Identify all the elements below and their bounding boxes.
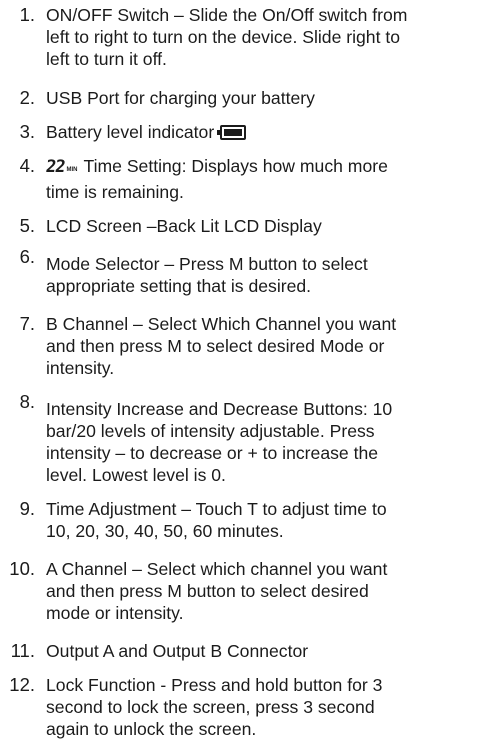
item-text: 22MIN Time Setting: Displays how much mor… <box>44 156 388 202</box>
item-text: Output A and Output B Connector <box>46 641 309 661</box>
item-number: 9. <box>19 498 35 519</box>
battery-full-icon <box>217 125 247 140</box>
item-number: 3. <box>19 121 35 142</box>
item-number: 1. <box>19 4 35 25</box>
item-text: Mode Selector – Press M button to select… <box>46 254 368 296</box>
item-number: 2. <box>19 87 35 108</box>
item-text: USB Port for charging your battery <box>46 88 315 108</box>
item-number: 4. <box>19 155 35 176</box>
item-number: 7. <box>19 313 35 334</box>
item-text: Time Adjustment – Touch T to adjust time… <box>46 499 387 541</box>
item-text: ON/OFF Switch – Slide the On/Off switch … <box>46 5 408 69</box>
item-text: A Channel – Select which channel you wan… <box>46 559 388 623</box>
item-text: Lock Function - Press and hold button fo… <box>46 675 383 739</box>
item-text: Intensity Increase and Decrease Buttons:… <box>46 399 393 485</box>
lcd-unit-label: MIN <box>66 167 78 173</box>
item-text: B Channel – Select Which Channel you wan… <box>46 314 397 378</box>
item-number: 5. <box>19 215 35 236</box>
item-number: 12. <box>9 674 35 695</box>
item-number: 6. <box>19 246 35 267</box>
item-number: 8. <box>19 391 35 412</box>
item-number: 10. <box>9 558 35 579</box>
lcd-digits-icon: 22 <box>44 157 66 177</box>
item-text: Battery level indicator <box>46 121 476 143</box>
item-number: 11. <box>10 640 35 661</box>
item-text: LCD Screen –Back Lit LCD Display <box>46 216 322 236</box>
instruction-list: 1. ON/OFF Switch – Slide the On/Off swit… <box>0 0 479 742</box>
